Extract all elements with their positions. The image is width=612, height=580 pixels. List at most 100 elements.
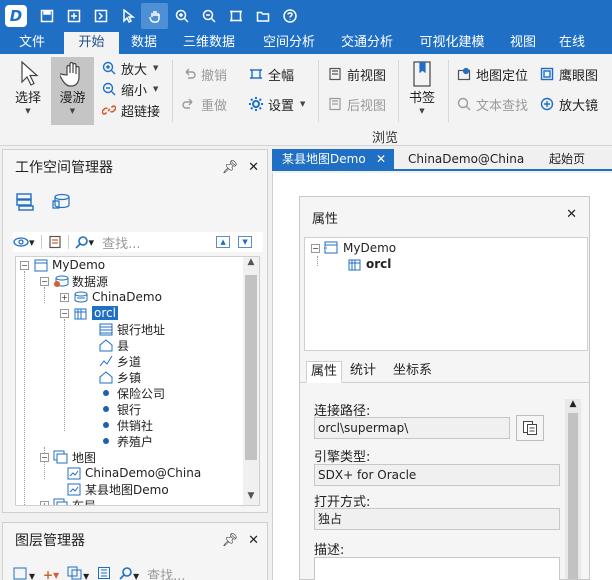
next-result-button[interactable]: ▼ xyxy=(238,236,253,248)
collapse-icon[interactable]: − xyxy=(40,452,49,462)
undo-button[interactable]: 撤销 xyxy=(180,64,227,84)
properties-button[interactable] xyxy=(40,235,62,249)
tree-node-dataset[interactable]: 乡道 xyxy=(98,353,141,369)
pin-icon[interactable]: 📌︎ xyxy=(222,533,239,548)
help-icon[interactable] xyxy=(276,3,303,29)
pan-button[interactable]: 漫游 ▼ xyxy=(51,57,94,125)
tree-node-dataset[interactable]: 保险公司 xyxy=(98,385,165,401)
close-icon[interactable]: ✕ xyxy=(248,160,259,175)
layer-group-button[interactable]: ▾ xyxy=(67,566,89,580)
tree-node-dataset[interactable]: 县 xyxy=(98,337,129,353)
full-extent-icon[interactable] xyxy=(222,3,249,29)
open-folder-icon[interactable] xyxy=(249,3,276,29)
map-locate-button[interactable]: 地图定位 xyxy=(455,64,528,84)
scroll-thumb[interactable] xyxy=(245,275,257,460)
tree-node-datasource[interactable]: orcl xyxy=(347,256,391,272)
tab-file[interactable]: 文件 xyxy=(0,32,64,54)
view-options-button[interactable]: ▾ xyxy=(13,235,35,249)
tab-visual-modeling[interactable]: 可视化建模 xyxy=(405,32,499,54)
redo-button[interactable]: 重做 xyxy=(180,94,227,114)
tree-node-dataset[interactable]: 养殖户 xyxy=(98,433,153,449)
tree-node-map[interactable]: ChinaDemo@China xyxy=(66,465,201,481)
tab-data[interactable]: 数据 xyxy=(119,32,169,54)
browse-button[interactable] xyxy=(516,415,544,441)
new-window-icon[interactable] xyxy=(60,3,87,29)
zoom-in-icon xyxy=(100,61,118,75)
panel-title: 工作空间管理器 xyxy=(15,160,113,176)
full-extent-button[interactable]: 全幅 xyxy=(247,64,294,84)
tree-node-workspace[interactable]: − MyDemo xyxy=(20,257,105,273)
panel-title: 图层管理器 xyxy=(15,533,85,549)
engine-label: 引擎类型: xyxy=(314,450,371,465)
tree-node-workspace[interactable]: − MyDemo xyxy=(311,240,396,256)
tab-statistics[interactable]: 统计 xyxy=(346,361,380,383)
tree-node-datasources[interactable]: − 数据源 xyxy=(40,273,108,289)
hyperlink-button[interactable]: 超链接 xyxy=(100,100,160,120)
doc-tab-active[interactable]: 某县地图Demo ✕ xyxy=(272,149,394,171)
zoom-in-button[interactable]: 放大 ▼ xyxy=(100,58,158,78)
collapse-icon[interactable]: − xyxy=(311,243,320,253)
search-input[interactable]: 查找... xyxy=(102,233,190,252)
expand-icon[interactable]: + xyxy=(40,500,49,505)
pin-icon[interactable]: 📌︎ xyxy=(222,160,239,175)
tab-home[interactable]: 开始 xyxy=(64,32,119,54)
doc-tab[interactable]: 起始页 xyxy=(539,149,612,171)
collapse-icon[interactable]: − xyxy=(40,276,49,286)
pan-icon[interactable] xyxy=(141,3,168,29)
select-icon[interactable] xyxy=(114,3,141,29)
scroll-thumb[interactable] xyxy=(568,413,578,579)
select-button[interactable]: 选择 ▼ xyxy=(8,57,48,121)
import-icon[interactable] xyxy=(87,3,114,29)
previous-result-button[interactable]: ▲ xyxy=(216,236,231,248)
tree-node-layouts[interactable]: + 布局 xyxy=(40,497,96,505)
zoom-in-icon[interactable] xyxy=(168,3,195,29)
tree-node-dataset[interactable]: 银行地址 xyxy=(98,321,165,337)
add-layer-button[interactable]: +▾ xyxy=(43,568,59,580)
tree-node-dataset[interactable]: 供销社 xyxy=(98,417,153,433)
close-icon[interactable]: ✕ xyxy=(566,207,577,222)
tree-node-dataset[interactable]: 银行 xyxy=(98,401,141,417)
prev-view-button[interactable]: 前视图 xyxy=(326,64,386,84)
workspace-tree-icon[interactable] xyxy=(15,192,35,215)
close-icon[interactable]: ✕ xyxy=(248,533,259,548)
save-icon[interactable] xyxy=(33,3,60,29)
layer-style-button[interactable]: ▾ xyxy=(13,566,35,580)
zoom-out-icon[interactable] xyxy=(195,3,222,29)
layer-properties-button[interactable] xyxy=(97,566,111,580)
tree-node-map[interactable]: 某县地图Demo xyxy=(66,481,169,497)
collapse-icon[interactable]: − xyxy=(60,308,69,318)
tab-coordinate-system[interactable]: 坐标系 xyxy=(389,361,436,383)
bookmark-button[interactable]: 书签 ▼ xyxy=(402,57,442,121)
tree-node-datasource[interactable]: + ChinaDemo xyxy=(60,289,162,305)
doc-tab[interactable]: ChinaDemo@China xyxy=(398,149,528,171)
close-icon[interactable]: ✕ xyxy=(376,149,386,170)
settings-button[interactable]: 设置 ▼ xyxy=(247,94,305,114)
tree-scrollbar[interactable]: ▲ ▼ xyxy=(243,257,259,505)
tab-view[interactable]: 视图 xyxy=(499,32,547,54)
search-icon[interactable]: ▾ xyxy=(67,235,94,249)
scroll-down-icon[interactable]: ▼ xyxy=(243,491,259,505)
next-view-button[interactable]: 后视图 xyxy=(326,94,386,114)
description-field[interactable] xyxy=(314,557,560,580)
scroll-up-icon[interactable]: ▲ xyxy=(565,399,581,409)
properties-scrollbar[interactable]: ▲ xyxy=(565,399,581,579)
magnifier-button[interactable]: 放大镜 xyxy=(538,94,598,114)
tab-properties[interactable]: 属性 xyxy=(306,361,343,383)
collapse-icon[interactable]: − xyxy=(20,260,29,270)
tab-online[interactable]: 在线 xyxy=(547,32,597,54)
scroll-up-icon[interactable]: ▲ xyxy=(243,257,259,271)
tab-traffic-analysis[interactable]: 交通分析 xyxy=(329,32,405,54)
layer-search-input[interactable]: 查找... xyxy=(147,565,185,580)
database-icon[interactable] xyxy=(51,192,71,215)
tab-spatial-analysis[interactable]: 空间分析 xyxy=(249,32,329,54)
eagle-eye-button[interactable]: 鹰眼图 xyxy=(538,64,598,84)
expand-icon[interactable]: + xyxy=(60,292,69,302)
connection-field[interactable]: orcl\supermap\ xyxy=(314,417,510,439)
tree-node-maps[interactable]: − 地图 xyxy=(40,449,96,465)
tab-3d-data[interactable]: 三维数据 xyxy=(169,32,249,54)
search-icon[interactable]: ▾ xyxy=(119,566,139,580)
text-search-button[interactable]: 文本查找 xyxy=(455,94,528,114)
tree-node-dataset[interactable]: 乡镇 xyxy=(98,369,141,385)
zoom-out-button[interactable]: 缩小 ▼ xyxy=(100,79,158,99)
tree-node-datasource-selected[interactable]: − orcl xyxy=(60,305,118,321)
